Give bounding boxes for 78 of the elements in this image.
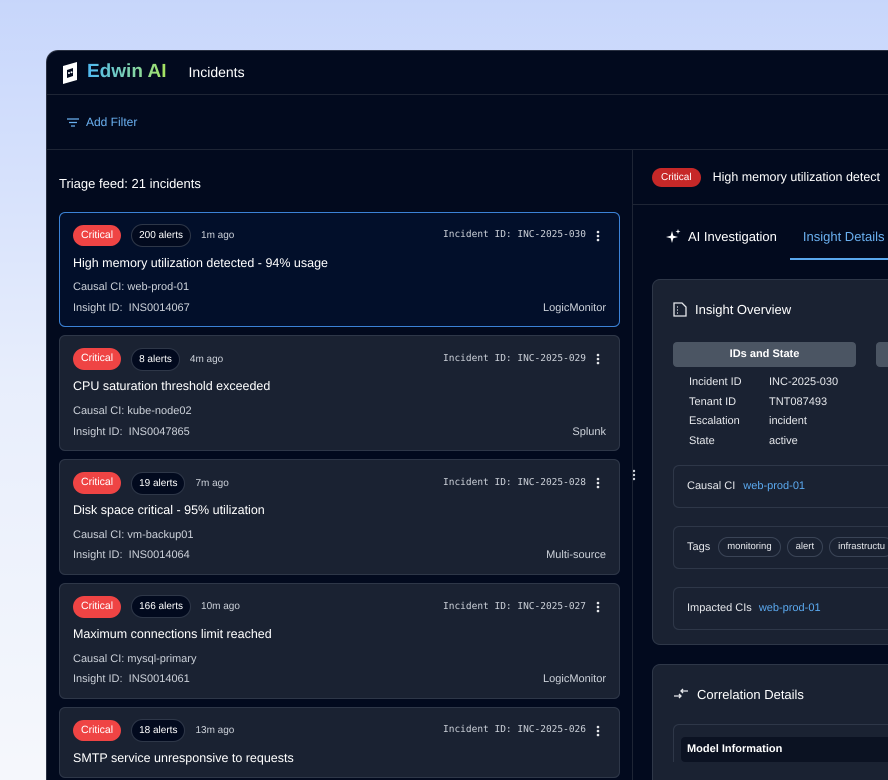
time-ago: 13m ago: [195, 724, 234, 738]
card-title: Correlation Details: [697, 686, 804, 704]
insight-id: Insight ID: INS0014061: [73, 672, 190, 687]
alert-count-badge: 200 alerts: [131, 224, 192, 247]
severity-badge: Critical: [652, 168, 701, 186]
field-label: Causal CI: [687, 478, 736, 494]
more-options-icon[interactable]: [596, 724, 600, 736]
ci-link[interactable]: web-prod-01: [743, 478, 806, 494]
field-label: Escalation: [689, 414, 741, 429]
time-ago: 10m ago: [201, 600, 240, 614]
incident-title: Disk space critical - 95% utilization: [73, 502, 266, 519]
field-value: INC-2025-030: [769, 375, 838, 390]
tab[interactable]: Insight Details: [790, 215, 888, 260]
field-label: Incident ID: [689, 375, 743, 390]
incident-card[interactable]: Critical 18 alerts 13m ago Incident ID: INC-2025-026 SMTP service unresponsive to requests: [59, 706, 620, 778]
alert-count-badge: 18 alerts: [131, 719, 186, 742]
incident-id: Incident ID: INC-2025-029: [443, 352, 586, 366]
incident-card[interactable]: Critical 8 alerts 4m ago Incident ID: INC-2025-029 CPU saturation threshold exceeded Causal CI: kube-node02 Insight ID: INS0047865 Splunk: [59, 335, 620, 451]
field-value: active: [769, 434, 798, 448]
more-options-icon[interactable]: [596, 230, 600, 242]
ci-link[interactable]: web-prod-01: [758, 600, 821, 616]
source-name: LogicMonitor: [543, 300, 606, 316]
time-ago: 1m ago: [201, 229, 234, 243]
time-ago: 4m ago: [190, 352, 224, 367]
more-options-icon[interactable]: [596, 477, 600, 489]
incident-id: Incident ID: INC-2025-026: [443, 723, 586, 738]
page-title: Incidents: [188, 63, 245, 82]
alert-count-badge: 166 alerts: [131, 595, 192, 618]
alert-count-badge: 8 alerts: [131, 348, 180, 371]
field-label: State: [689, 434, 716, 448]
incident-id: Incident ID: INC-2025-030: [443, 228, 586, 242]
severity-badge: Critical: [73, 472, 122, 494]
more-options-icon[interactable]: [596, 353, 600, 366]
source-name: Splunk: [572, 424, 606, 440]
time-ago: 7m ago: [195, 476, 229, 490]
severity-badge: Critical: [73, 720, 122, 742]
swap-arrows-icon: [673, 688, 689, 700]
field-value: incident: [769, 414, 807, 429]
field-label: Tags: [687, 540, 710, 555]
incident-title: Maximum connections limit reached: [73, 626, 273, 643]
field-label: Impacted CIs: [687, 600, 752, 616]
field-label: Tenant ID: [689, 394, 738, 410]
causal-ci: Causal CI: mysql-primary: [73, 652, 198, 666]
incident-id: Incident ID: INC-2025-027: [443, 600, 586, 614]
incident-card[interactable]: Critical 19 alerts 7m ago Incident ID: INC-2025-028 Disk space critical - 95% utilization Causal CI: vm-backup01 Insight ID: INS0014064 Multi-source: [59, 459, 620, 575]
causal-ci: Causal CI: vm-backup01: [73, 528, 194, 543]
insight-id: Insight ID: INS0014064: [73, 548, 190, 564]
tag-chip: infrastructu: [829, 536, 888, 558]
source-name: Multi-source: [546, 548, 606, 564]
incident-title: SMTP service unresponsive to requests: [73, 750, 295, 767]
more-options-icon[interactable]: [596, 600, 600, 613]
insight-id: Insight ID: INS0014067: [73, 300, 190, 316]
section-header: IDs and State: [673, 342, 856, 366]
feed-title: Triage feed: 21 incidents: [59, 175, 202, 193]
tab[interactable]: AI Investigation: [653, 215, 790, 260]
severity-badge: Critical: [73, 596, 122, 618]
incident-card[interactable]: Critical 166 alerts 10m ago Incident ID: INC-2025-027 Maximum connections limit reached Causal CI: mysql-primary Insight ID: INS0014061 LogicMonitor: [59, 582, 620, 698]
incident-title: High memory utilization detect: [712, 168, 880, 186]
insight-id: Insight ID: INS0047865: [73, 424, 190, 440]
causal-ci: Causal CI: web-prod-01: [73, 280, 190, 296]
field-value: TNT087493: [769, 394, 828, 410]
tag-chip: monitoring: [718, 536, 781, 558]
incident-title: High memory utilization detected - 94% usage: [73, 254, 329, 272]
incident-card[interactable]: Critical 200 alerts 1m ago Incident ID: INC-2025-030 High memory utilization detected - 94% usage Causal CI: web-prod-01 Insight ID: INS0014067 LogicMonitor: [59, 212, 620, 328]
add-filter-button[interactable]: Add Filter: [67, 113, 138, 131]
incident-id: Incident ID: INC-2025-028: [443, 476, 586, 490]
document-icon: [673, 302, 687, 318]
alert-count-badge: 19 alerts: [131, 472, 186, 494]
section-header: Model Information: [681, 737, 888, 762]
sparkle-icon: [666, 229, 681, 244]
card-title: Insight Overview: [695, 301, 792, 319]
source-name: LogicMonitor: [543, 672, 606, 687]
incident-title: CPU saturation threshold exceeded: [73, 378, 272, 396]
causal-ci: Causal CI: kube-node02: [73, 404, 193, 419]
filter-icon: [67, 118, 79, 126]
severity-badge: Critical: [73, 348, 122, 370]
severity-badge: Critical: [73, 224, 122, 246]
tag-chip: alert: [786, 536, 824, 558]
